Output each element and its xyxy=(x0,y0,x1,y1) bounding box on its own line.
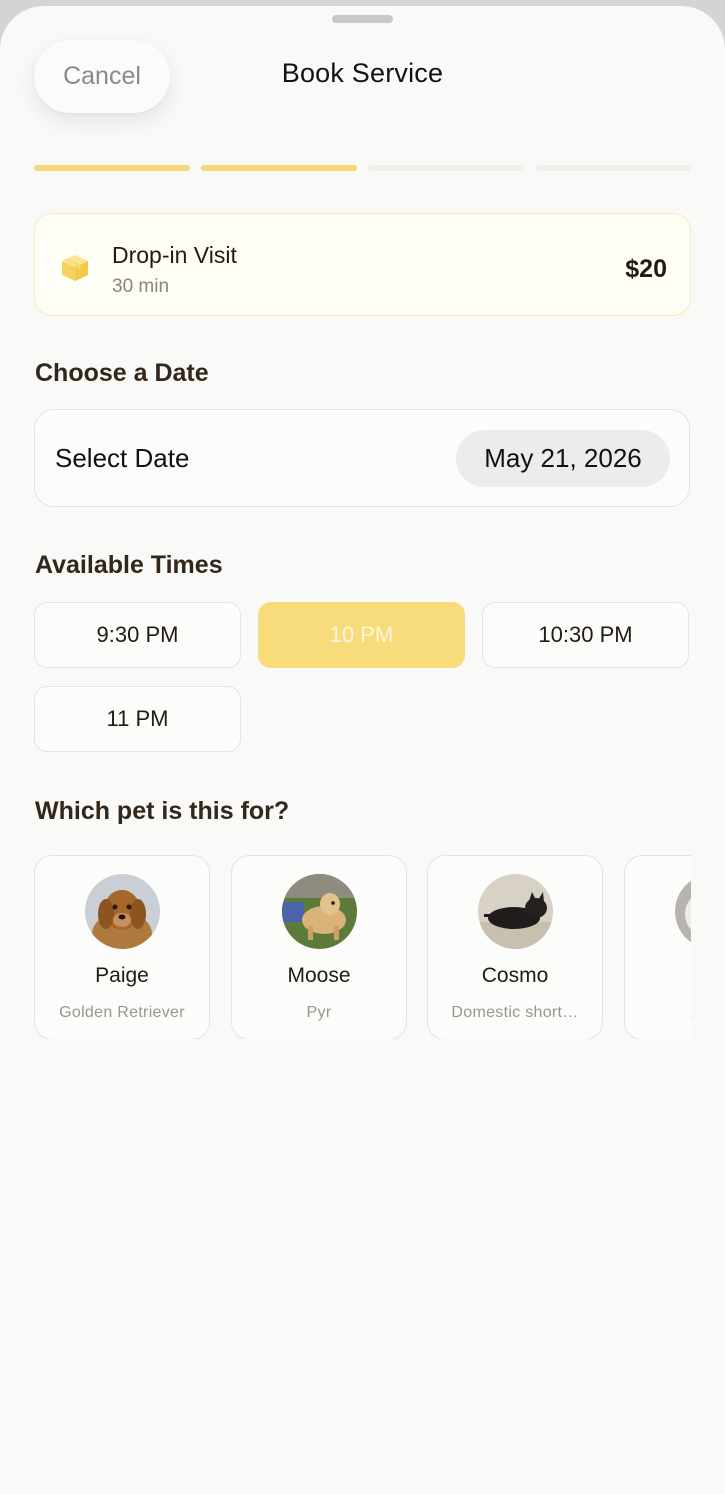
pet-name: Moose xyxy=(287,964,351,987)
date-value-pill[interactable]: May 21, 2026 xyxy=(456,430,670,487)
pet-card-cosmo[interactable]: Cosmo Domestic short… xyxy=(427,855,603,1039)
avatar xyxy=(477,874,553,949)
time-slot-930pm[interactable]: 9:30 PM xyxy=(34,602,241,668)
pet-card-paige[interactable]: Paige Golden Retriever xyxy=(34,855,210,1039)
service-name: Drop-in Visit xyxy=(112,242,237,268)
page-title: Book Service xyxy=(281,58,444,88)
service-duration: 30 min xyxy=(112,276,170,297)
date-picker-row[interactable]: Select Date May 21, 2026 xyxy=(34,409,690,507)
pet-question-heading: Which pet is this for? xyxy=(35,797,290,825)
pet-breed: Pyr xyxy=(306,1004,332,1021)
service-price: $20 xyxy=(625,255,667,283)
step-progress xyxy=(34,165,691,171)
golden-retriever-photo xyxy=(84,874,160,949)
pet-photo-partial xyxy=(674,874,691,949)
pet-breed: Domestic short… xyxy=(451,1004,579,1021)
progress-step-3 xyxy=(368,165,524,171)
sheet-grabber[interactable] xyxy=(332,15,393,23)
pet-card-partial[interactable]: C Ameri xyxy=(624,855,691,1039)
time-slot-1030pm[interactable]: 10:30 PM xyxy=(482,602,689,668)
pet-name: Cosmo xyxy=(481,964,549,987)
avatar xyxy=(281,874,357,949)
time-slot-11pm[interactable]: 11 PM xyxy=(34,686,241,752)
time-slot-10pm-selected[interactable]: 10 PM xyxy=(258,602,465,668)
progress-step-2 xyxy=(201,165,357,171)
booking-sheet: Cancel Book Service Drop-in Visit 30 min… xyxy=(0,6,725,1494)
pet-name: C xyxy=(625,964,691,988)
choose-date-heading: Choose a Date xyxy=(35,359,209,387)
dog-on-grass-photo xyxy=(281,874,357,949)
progress-step-4 xyxy=(535,165,691,171)
pet-carousel[interactable]: Paige Golden Retriever Moose Pyr Cosmo D… xyxy=(34,849,691,1039)
pet-breed: Golden Retriever xyxy=(59,1004,185,1021)
available-times-heading: Available Times xyxy=(35,551,223,579)
progress-step-1 xyxy=(34,165,190,171)
avatar xyxy=(674,874,691,949)
black-cat-photo xyxy=(477,874,553,949)
box-icon xyxy=(62,255,88,281)
pet-name: Paige xyxy=(95,964,149,987)
avatar xyxy=(84,874,160,949)
pet-card-moose[interactable]: Moose Pyr xyxy=(231,855,407,1039)
service-summary-card: Drop-in Visit 30 min $20 xyxy=(34,213,691,316)
pet-breed: Ameri xyxy=(633,1004,691,1022)
date-label: Select Date xyxy=(55,443,190,473)
